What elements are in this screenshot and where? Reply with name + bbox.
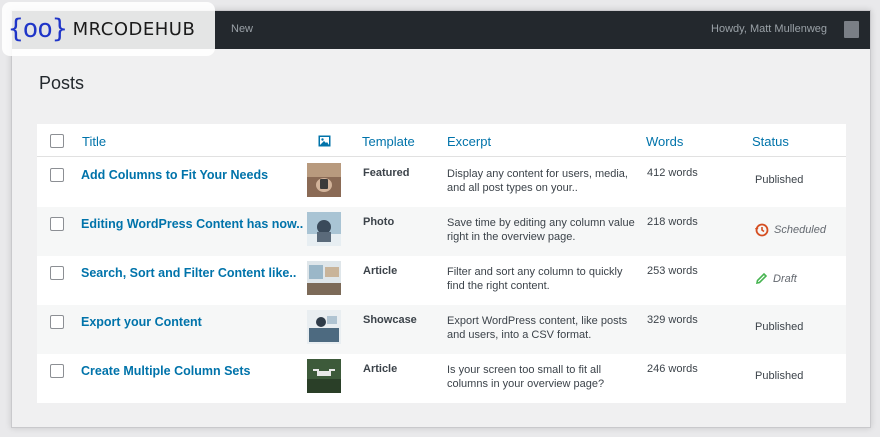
status-label: Published [755, 174, 804, 186]
post-title-link[interactable]: Editing WordPress Content has now.. [81, 217, 303, 231]
row-checkbox[interactable] [50, 364, 64, 378]
column-excerpt[interactable]: Excerpt [447, 134, 491, 149]
post-thumbnail[interactable] [307, 212, 341, 246]
excerpt-text: Save time by editing any column value ri… [447, 217, 635, 243]
word-count: 253 words [647, 265, 698, 277]
column-title[interactable]: Title [82, 134, 106, 149]
template-name: Featured [363, 167, 410, 179]
status-badge: Published [755, 321, 803, 333]
post-title-link[interactable]: Add Columns to Fit Your Needs [81, 168, 268, 182]
column-status[interactable]: Status [752, 134, 789, 149]
row-checkbox[interactable] [50, 217, 64, 231]
image-icon [318, 134, 331, 152]
excerpt-text: Filter and sort any column to quickly fi… [447, 266, 623, 292]
template-name: Article [363, 363, 398, 375]
clock-history-icon [755, 223, 769, 237]
status-label: Published [755, 321, 804, 333]
post-thumbnail[interactable] [307, 310, 341, 344]
row-checkbox[interactable] [50, 266, 64, 280]
table-row: Add Columns to Fit Your Needs Featured D… [37, 158, 846, 207]
excerpt-text: Display any content for users, media, an… [447, 168, 628, 194]
template-name: Showcase [363, 314, 417, 326]
template-name: Photo [363, 216, 395, 228]
word-count: 329 words [647, 314, 698, 326]
status-badge: Draft [755, 272, 797, 285]
new-menu-item[interactable]: New [231, 23, 253, 35]
app-window: New Howdy, Matt Mullenweg Posts Title Te… [11, 10, 871, 428]
post-thumbnail[interactable] [307, 163, 341, 197]
row-checkbox[interactable] [50, 168, 64, 182]
table-header: Title Template Excerpt Words Status [37, 124, 846, 157]
row-checkbox[interactable] [50, 315, 64, 329]
excerpt-text: Export WordPress content, like posts and… [447, 315, 628, 341]
table-row: Search, Sort and Filter Content like.. A… [37, 256, 846, 305]
page-title: Posts [39, 73, 85, 93]
post-thumbnail[interactable] [307, 261, 341, 295]
status-badge: Scheduled [755, 223, 826, 237]
status-label: Draft [773, 272, 797, 285]
status-badge: Published [755, 174, 803, 186]
status-label: Published [755, 370, 804, 382]
pencil-icon [755, 272, 768, 285]
posts-table: Title Template Excerpt Words Status Add … [37, 124, 846, 403]
select-all-checkbox[interactable] [50, 134, 64, 148]
watermark-logo: {oo} MRCODEHUB [2, 2, 215, 56]
post-title-link[interactable]: Search, Sort and Filter Content like.. [81, 266, 296, 280]
logo-text: MRCODEHUB [72, 18, 196, 40]
column-template[interactable]: Template [362, 134, 415, 149]
excerpt-text: Is your screen too small to fit all colu… [447, 364, 605, 390]
post-title-link[interactable]: Export your Content [81, 315, 202, 329]
template-name: Article [363, 265, 398, 277]
word-count: 218 words [647, 216, 698, 228]
status-badge: Published [755, 370, 803, 382]
table-row: Editing WordPress Content has now.. Phot… [37, 207, 846, 256]
logo-mark: {oo} [8, 14, 68, 44]
post-thumbnail[interactable] [307, 359, 341, 393]
avatar[interactable] [844, 21, 859, 38]
table-row: Export your Content Showcase Export Word… [37, 305, 846, 354]
user-greeting[interactable]: Howdy, Matt Mullenweg [711, 23, 827, 35]
word-count: 412 words [647, 167, 698, 179]
post-title-link[interactable]: Create Multiple Column Sets [81, 364, 250, 378]
status-label: Scheduled [774, 224, 826, 236]
word-count: 246 words [647, 363, 698, 375]
table-row: Create Multiple Column Sets Article Is y… [37, 354, 846, 403]
column-words[interactable]: Words [646, 134, 683, 149]
